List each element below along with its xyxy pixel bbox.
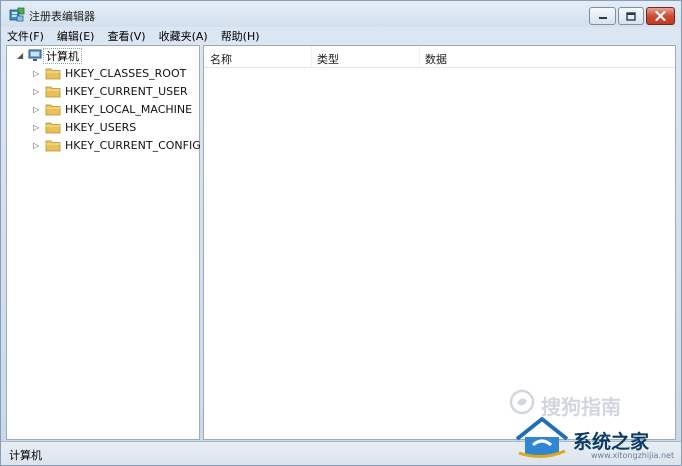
tree-item-label: HKEY_LOCAL_MACHINE xyxy=(65,103,193,116)
folder-icon xyxy=(45,104,61,116)
minimize-icon xyxy=(598,17,607,19)
tree-item-computer[interactable]: ◢ 计算机 xyxy=(7,48,199,64)
menu-view[interactable]: 查看(V) xyxy=(107,28,145,44)
expand-arrow-icon[interactable]: ▷ xyxy=(33,70,41,78)
minimize-button[interactable] xyxy=(589,7,616,25)
computer-icon xyxy=(28,49,42,61)
folder-icon xyxy=(45,86,61,98)
registry-editor-window: 注册表编辑器 文件(F) 编辑(E) 查看(V) 收藏夹(A) 帮助(H) ◢ xyxy=(0,0,682,466)
tree-item-hkey-classes-root[interactable]: ▷ HKEY_CLASSES_ROOT xyxy=(7,66,199,82)
tree-item-hkey-users[interactable]: ▷ HKEY_USERS xyxy=(7,120,199,136)
column-header-type[interactable]: 类型 xyxy=(317,51,339,67)
menu-file[interactable]: 文件(F) xyxy=(7,28,44,44)
menu-help[interactable]: 帮助(H) xyxy=(221,28,260,44)
site-watermark-url: www.xitongzhijia.net xyxy=(591,451,675,460)
collapse-arrow-icon[interactable]: ◢ xyxy=(17,52,25,60)
registry-editor-app-icon xyxy=(9,7,25,22)
tree-item-label: HKEY_USERS xyxy=(65,121,137,134)
expand-arrow-icon[interactable]: ▷ xyxy=(33,124,41,132)
tree-item-hkey-current-user[interactable]: ▷ HKEY_CURRENT_USER xyxy=(7,84,199,100)
status-path: 计算机 xyxy=(9,449,42,462)
expand-arrow-icon[interactable]: ▷ xyxy=(33,142,41,150)
close-icon xyxy=(655,11,666,21)
close-button[interactable] xyxy=(646,7,675,25)
tree-item-label: HKEY_CURRENT_USER xyxy=(65,85,188,98)
tree-item-hkey-current-config[interactable]: ▷ HKEY_CURRENT_CONFIG xyxy=(7,138,201,154)
maximize-icon xyxy=(626,11,636,21)
menu-bar: 文件(F) 编辑(E) 查看(V) 收藏夹(A) 帮助(H) xyxy=(1,27,681,44)
column-divider[interactable] xyxy=(419,46,420,68)
expand-arrow-icon[interactable]: ▷ xyxy=(33,88,41,96)
site-watermark: 系统之家 www.xitongzhijia.net xyxy=(511,411,677,463)
expand-arrow-icon[interactable]: ▷ xyxy=(33,106,41,114)
tree-root-label: 计算机 xyxy=(43,48,82,64)
menu-edit[interactable]: 编辑(E) xyxy=(57,28,95,44)
folder-icon xyxy=(45,68,61,80)
column-header-name[interactable]: 名称 xyxy=(210,51,232,67)
column-header-data[interactable]: 数据 xyxy=(425,51,447,67)
site-watermark-name: 系统之家 xyxy=(573,431,650,453)
list-column-header: 名称 类型 数据 xyxy=(204,46,675,68)
folder-icon xyxy=(45,140,61,152)
column-divider[interactable] xyxy=(311,46,312,68)
tree-item-label: HKEY_CURRENT_CONFIG xyxy=(65,139,201,152)
values-list-pane[interactable]: 名称 类型 数据 xyxy=(203,45,676,440)
key-tree-pane[interactable]: ◢ 计算机 ▷ HKEY_CLASSES_ROOT ▷ HKEY_CURRENT… xyxy=(6,45,201,440)
window-title: 注册表编辑器 xyxy=(29,10,95,23)
tree-item-label: HKEY_CLASSES_ROOT xyxy=(65,67,187,80)
house-logo-icon xyxy=(515,417,569,458)
folder-icon xyxy=(45,122,61,134)
title-bar[interactable]: 注册表编辑器 xyxy=(1,1,681,27)
tree-item-hkey-local-machine[interactable]: ▷ HKEY_LOCAL_MACHINE xyxy=(7,102,199,118)
maximize-button[interactable] xyxy=(618,7,644,25)
menu-favorites[interactable]: 收藏夹(A) xyxy=(159,28,208,44)
